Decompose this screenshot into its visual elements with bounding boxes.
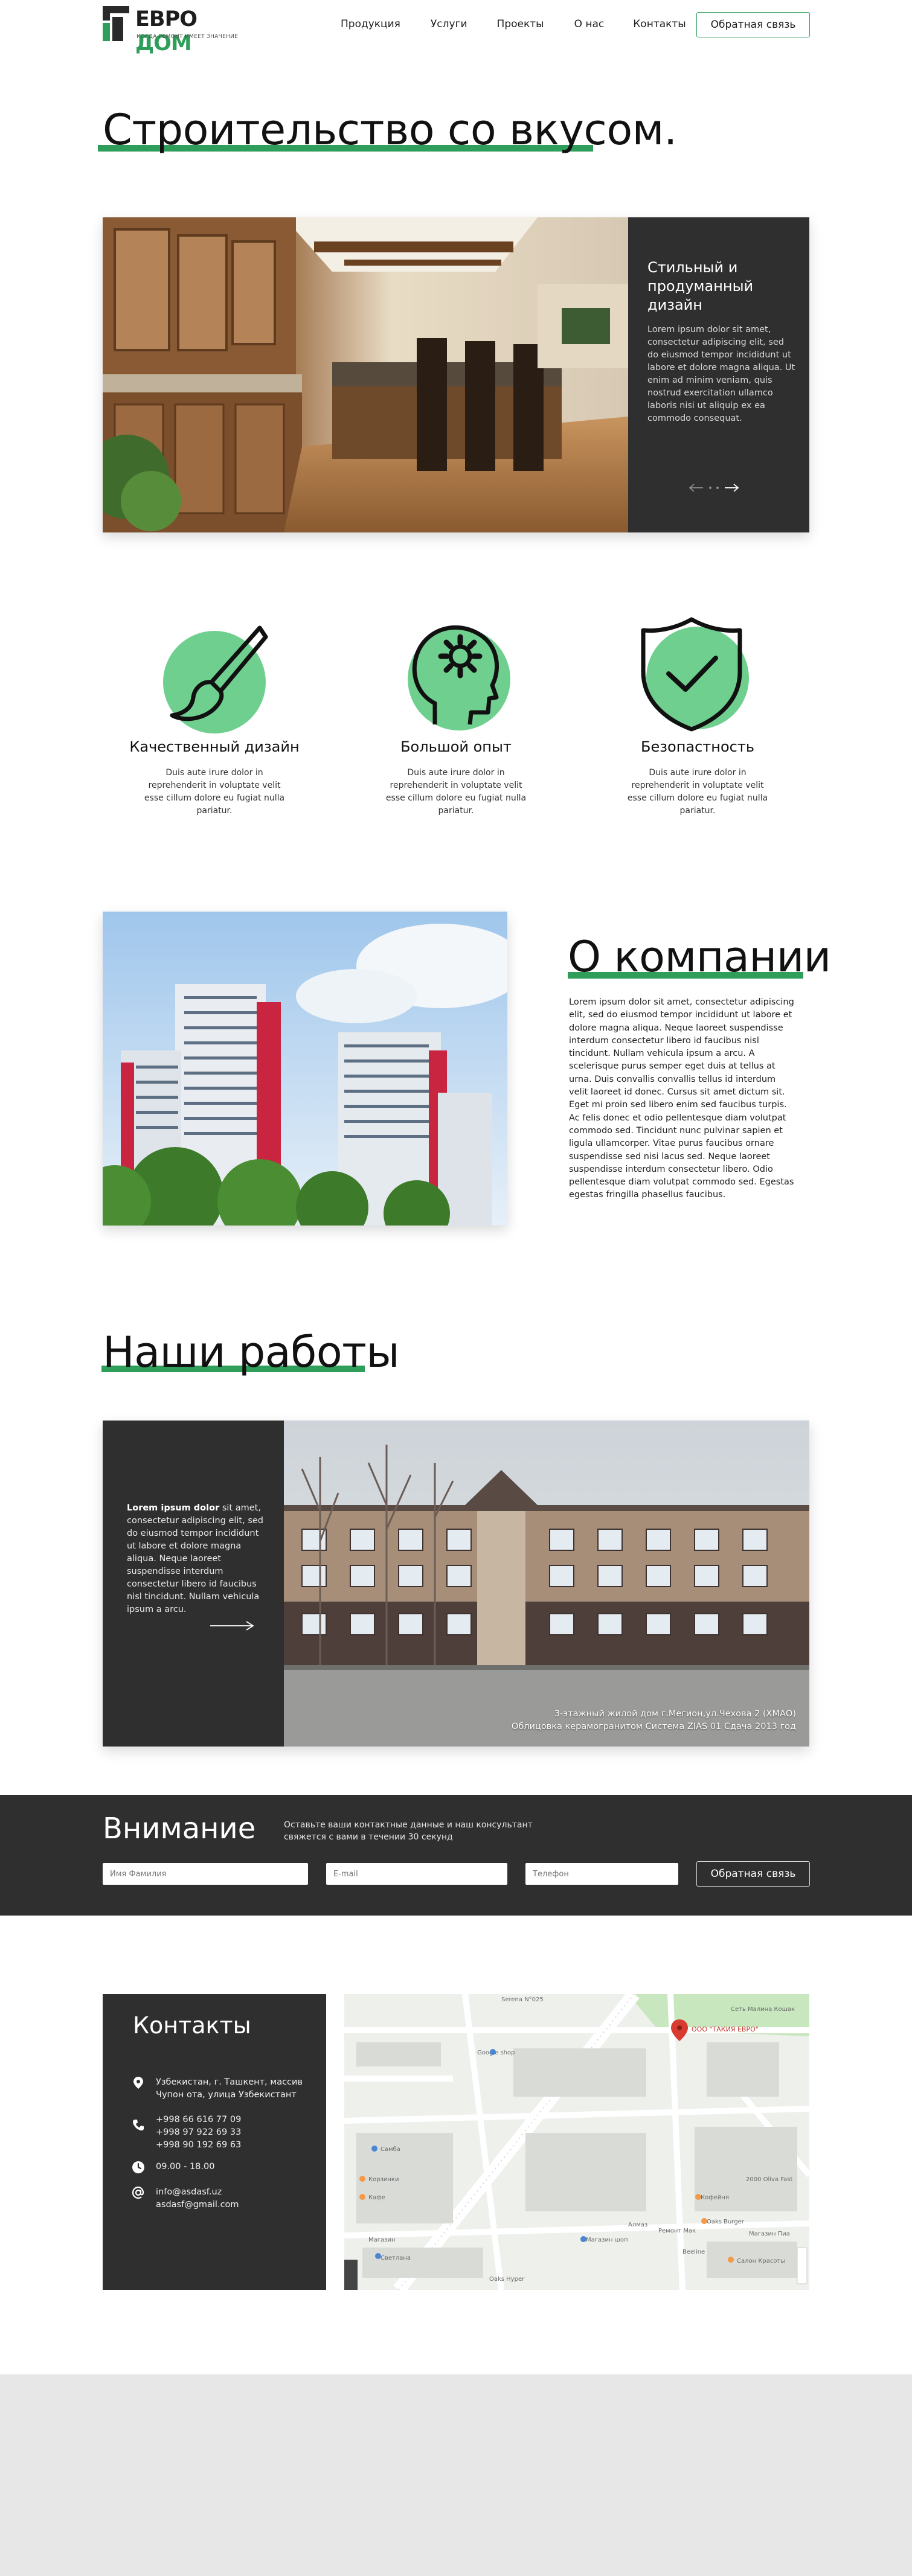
map-label: 2000 Oliva Fast [746,2176,792,2183]
nav-projects[interactable]: Проекты [497,18,544,30]
arrow-left-icon[interactable] [689,483,704,493]
head-gear-icon [408,625,510,730]
kitchen-photo [103,217,628,532]
main-nav: Продукция Услуги Проекты О нас Контакты [341,18,686,30]
map-label: Алмаз [628,2222,647,2228]
submit-feedback-button[interactable]: Обратная связь [696,1861,810,1887]
map-label: Serena N°025 [501,1996,544,2003]
feature-desc-design: Duis aute irure dolor in reprehenderit i… [144,768,285,816]
nav-services[interactable]: Услуги [431,18,467,30]
map-label: Магазин Пиа [749,2231,790,2237]
works-title: Наши работы [103,1328,400,1377]
map-label: Корзинки [368,2176,399,2183]
phone-link[interactable]: +998 90 192 69 63 [156,2139,313,2152]
contacts-panel: Контакты Узбекистан, г. Ташкент, массив … [103,1994,326,2290]
nav-about[interactable]: О нас [574,18,605,30]
contact-form-bar: Внимание Оставьте ваши контактные данные… [0,1795,912,1916]
email-link[interactable]: info@asdasf.uz [156,2186,313,2199]
works-text: Lorem ipsum dolor sit amet, consectetur … [127,1503,264,1614]
map-label: Beeline [682,2249,705,2255]
attention-title: Внимание [103,1812,256,1846]
about-title: О компании [568,932,831,982]
map-zoom-control[interactable] [797,2247,808,2284]
feature-desc-safety: Duis aute irure dolor in reprehenderit i… [627,768,768,816]
name-input[interactable] [103,1863,308,1885]
feature-title-experience: Большой опыт [400,738,512,755]
building-photo: 3-этажный жилой дом г.Мегион,ул.Чехова 2… [284,1421,809,1747]
apartment-buildings-photo [103,912,507,1226]
feedback-button[interactable]: Обратная связь [696,12,810,37]
works-slider: Lorem ipsum dolor sit amet, consectetur … [103,1421,809,1747]
attention-note: Оставьте ваши контактные данные и наш ко… [284,1820,533,1842]
email-input[interactable] [326,1863,507,1885]
hero-heading: Стильный и продуманный дизайн [647,259,754,313]
map-label: Google shop [477,2050,515,2056]
logo-tagline: КОГДА РЕМОНТ ИМЕЕТ ЗНАЧЕНИЕ [136,34,239,40]
nav-products[interactable]: Продукция [341,18,400,30]
phone-link[interactable]: +998 66 616 77 09 [156,2114,313,2126]
map-label: Oaks Hyper [489,2276,525,2283]
map-label: Кофейня [701,2194,729,2201]
map-pin-label: ООО "ТАКИЯ ЕВРО" [692,2025,759,2033]
email-link[interactable]: asdasf@gmail.com [156,2199,313,2211]
map-label: Oaks Burger [707,2219,745,2225]
feature-title-design: Качественный дизайн [129,738,300,755]
about-text: Lorem ipsum dolor sit amet, consectetur … [569,997,794,1200]
arrow-right-icon[interactable] [209,1620,255,1632]
map-label: Светлана [381,2255,411,2261]
logo-word: ЕВРО ДОМ [135,7,197,56]
feature-title-safety: Безопастность [641,738,754,755]
slider-dot[interactable] [709,487,711,489]
location-map[interactable]: Serena N°025 Сеть Малина Кошак Google sh… [344,1994,809,2290]
hero-title: Строительство со вкусом. [103,105,677,155]
footer [0,2374,912,2576]
logo[interactable]: ЕВРО ДОМ КОГДА РЕМОНТ ИМЕЕТ ЗНАЧЕНИЕ [103,6,239,56]
site-header: ЕВРО ДОМ КОГДА РЕМОНТ ИМЕЕТ ЗНАЧЕНИЕ Про… [0,0,912,56]
slider-controls [689,481,749,495]
logo-mark-icon [103,6,129,41]
phone-link[interactable]: +998 97 922 69 33 [156,2126,313,2139]
map-label: Салон Красоты [737,2258,785,2264]
at-sign-icon [132,2186,144,2199]
hero-text: Lorem ipsum dolor sit amet, consectetur … [647,325,795,423]
phone-input[interactable] [525,1863,678,1885]
map-label: Магазин [368,2237,396,2243]
map-label: Магазин шоп [586,2237,628,2243]
feature-desc-experience: Duis aute irure dolor in reprehenderit i… [385,768,527,816]
hero-slider: Стильный и продуманный дизайн Lorem ipsu… [103,217,809,532]
clock-icon [132,2161,144,2173]
nav-contacts[interactable]: Контакты [633,18,686,30]
map-label: Ремонт Мак [658,2228,696,2234]
contacts-title: Контакты [133,2012,251,2039]
map-label: Сеть Малина Кошак [731,2006,795,2013]
arrow-right-icon[interactable] [724,483,739,493]
map-label: Кафе [368,2194,385,2201]
location-pin-icon [133,2077,143,2089]
works-caption: 3-этажный жилой дом г.Мегион,ул.Чехова 2… [511,1709,796,1731]
works-info-panel: Lorem ipsum dolor sit amet, consectetur … [103,1421,284,1747]
map-label: Самба [381,2146,400,2153]
shield-check-icon [641,617,749,732]
paintbrush-icon [163,625,268,733]
hero-info-panel: Стильный и продуманный дизайн Lorem ipsu… [628,217,809,532]
phone-icon [133,2120,144,2130]
map-satellite-toggle[interactable] [344,2260,358,2290]
slider-dot[interactable] [716,487,719,489]
